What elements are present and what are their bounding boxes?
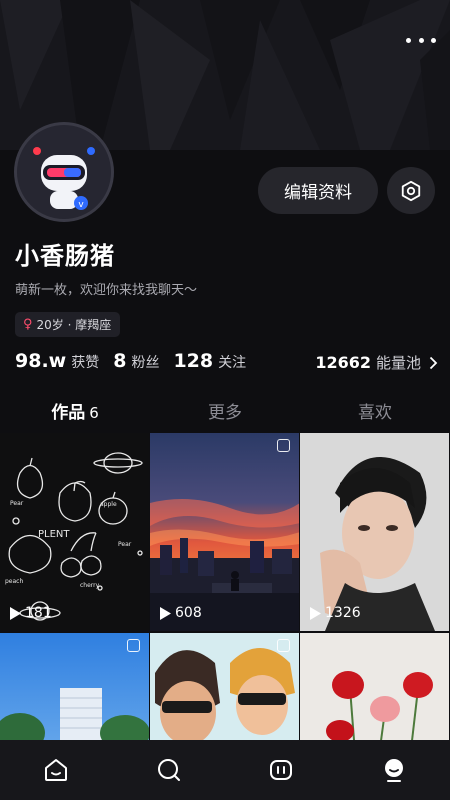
likes-label: 获赞 xyxy=(71,355,100,371)
post-thumbnail[interactable]: 608 xyxy=(150,433,299,631)
avatar[interactable]: v xyxy=(14,122,114,222)
post-thumbnail[interactable]: PLENT apple Pear Pear peach cherry 181 xyxy=(0,433,149,631)
settings-hexagon-icon xyxy=(401,180,421,201)
doodle-word: cherry xyxy=(80,582,100,589)
tab-more[interactable]: 更多 xyxy=(150,392,300,430)
play-count: 608 xyxy=(160,605,202,621)
energy-label: 能量池 xyxy=(375,354,421,372)
play-icon xyxy=(310,606,321,620)
fans-count: 8 xyxy=(113,350,127,372)
following-label: 关注 xyxy=(218,355,247,371)
tab-more-label: 更多 xyxy=(208,403,242,423)
tab-works[interactable]: 作品 6 xyxy=(0,392,150,430)
fruit-doodle-image: PLENT apple Pear Pear peach cherry xyxy=(0,433,149,631)
select-checkbox[interactable] xyxy=(277,639,290,652)
tab-works-count: 6 xyxy=(89,404,99,422)
play-count: 1326 xyxy=(310,605,361,621)
play-icon xyxy=(10,606,21,620)
post-thumbnail[interactable] xyxy=(150,633,299,740)
profile-name: 小香肠猪 xyxy=(15,242,115,270)
bottom-navigation xyxy=(0,740,450,800)
post-thumbnail[interactable] xyxy=(300,633,449,740)
play-icon xyxy=(160,606,171,620)
female-icon: ♀ xyxy=(23,317,33,332)
svg-text:v: v xyxy=(78,200,84,210)
play-count-value: 608 xyxy=(175,605,202,621)
doodle-word: Pear xyxy=(10,500,24,507)
select-checkbox[interactable] xyxy=(127,639,140,652)
likes-count: 98.w xyxy=(15,350,67,372)
select-checkbox[interactable] xyxy=(277,439,290,452)
nav-messages[interactable] xyxy=(256,745,306,795)
edit-profile-button[interactable]: 编辑资料 xyxy=(258,167,378,214)
post-thumbnail[interactable] xyxy=(0,633,149,740)
nav-profile[interactable] xyxy=(369,745,419,795)
post-thumbnail[interactable]: 1326 xyxy=(300,433,449,631)
settings-button[interactable] xyxy=(387,167,435,214)
chevron-right-icon xyxy=(429,356,438,369)
following-stat[interactable]: 128 关注 xyxy=(173,350,246,372)
profile-bio: 萌新一枚，欢迎你来找我聊天～ xyxy=(15,283,198,298)
nav-home[interactable] xyxy=(31,745,81,795)
likes-stat[interactable]: 98.w 获赞 xyxy=(15,350,99,372)
roses-photo-image xyxy=(300,633,449,740)
tab-works-label: 作品 xyxy=(51,403,86,423)
play-count-value: 1326 xyxy=(325,605,361,621)
works-grid: PLENT apple Pear Pear peach cherry 181 6… xyxy=(0,433,450,740)
profile-icon xyxy=(384,759,403,782)
doodle-word: PLENT xyxy=(38,529,70,540)
play-count-value: 181 xyxy=(25,605,52,621)
fans-stat[interactable]: 8 粉丝 xyxy=(113,350,159,372)
tag-text: 20岁 · 摩羯座 xyxy=(36,318,112,332)
following-count: 128 xyxy=(173,350,214,372)
doodle-word: apple xyxy=(100,501,117,508)
discover-icon xyxy=(157,759,180,781)
tab-likes[interactable]: 喜欢 xyxy=(300,392,450,430)
age-zodiac-tag: ♀ 20岁 · 摩羯座 xyxy=(15,312,121,337)
doodle-word: peach xyxy=(5,578,23,585)
home-icon xyxy=(45,759,68,781)
tab-likes-label: 喜欢 xyxy=(358,403,392,423)
profile-tabs: 作品 6 更多 喜欢 xyxy=(0,392,450,430)
robot-avatar-icon: v xyxy=(17,125,111,219)
energy-count: 12662 xyxy=(315,353,371,372)
doodle-word: Pear xyxy=(118,541,132,548)
sunset-city-image xyxy=(150,433,299,631)
nav-discover[interactable] xyxy=(144,745,194,795)
more-options-button[interactable] xyxy=(406,30,436,50)
portrait-photo-image xyxy=(300,433,449,631)
fans-label: 粉丝 xyxy=(131,355,160,371)
energy-pool-link[interactable]: 12662 能量池 xyxy=(315,352,438,373)
play-count: 181 xyxy=(10,605,52,621)
messages-icon xyxy=(270,760,293,780)
